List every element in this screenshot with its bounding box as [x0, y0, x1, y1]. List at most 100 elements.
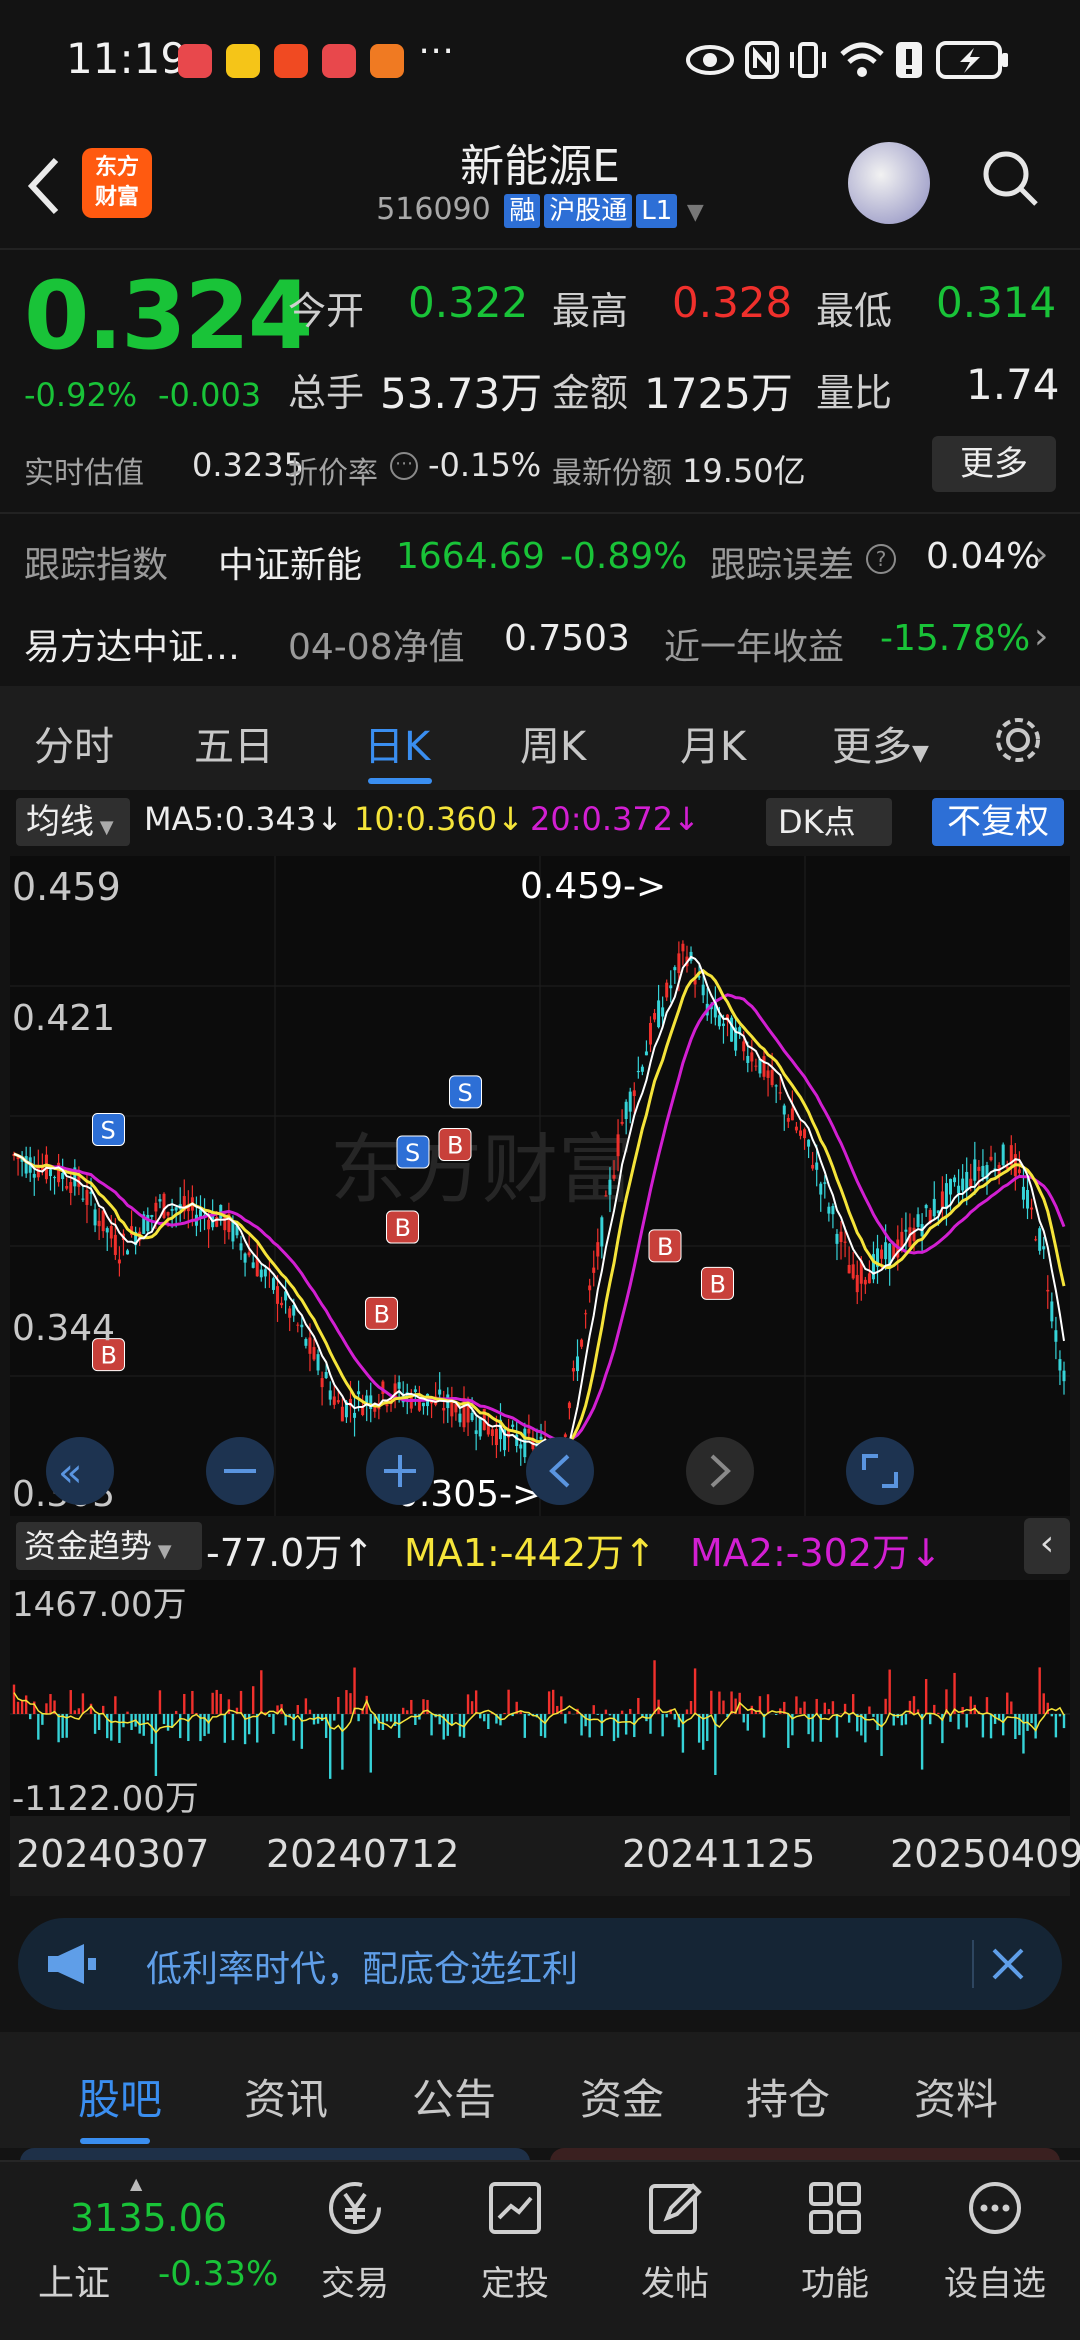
scroll-right-button[interactable]: [686, 1437, 754, 1505]
nav-value: 0.7503: [504, 618, 630, 659]
fund-flow-bar: [333, 1714, 336, 1721]
fund-flow-bar: [268, 1714, 271, 1717]
y-axis-max: 0.459: [12, 865, 121, 909]
svg-text:«: «: [58, 1450, 82, 1496]
index-ticker[interactable]: ▲ 3135.06 上证 -0.33%: [20, 2174, 290, 2324]
zoom-out-button[interactable]: [206, 1437, 274, 1505]
fund-flow-bar: [847, 1714, 851, 1723]
tab-announcements[interactable]: 公告: [412, 2066, 496, 2127]
candle-body: [93, 1209, 97, 1226]
nav-features[interactable]: 功能: [770, 2178, 900, 2305]
fund-flow-bar: [851, 1694, 855, 1714]
candle-body: [251, 1262, 255, 1268]
candle-body: [640, 1066, 644, 1072]
fund-flow-bar: [981, 1714, 985, 1738]
tab-weekly-k[interactable]: 周K: [520, 714, 586, 772]
candle-body: [807, 1139, 811, 1147]
dropdown-caret-icon[interactable]: ▼: [687, 200, 704, 225]
fund-info-row[interactable]: 易方达中证… 04-08净值 0.7503 近一年收益 -15.78% ›: [0, 604, 1080, 684]
tab-forum[interactable]: 股吧: [78, 2066, 162, 2127]
collapse-panel-button[interactable]: ‹: [1024, 1518, 1070, 1574]
alert-icon: [896, 42, 922, 78]
fund-flow-bar: [385, 1714, 389, 1722]
tab-news[interactable]: 资讯: [244, 2066, 328, 2127]
gear-icon[interactable]: [990, 712, 1046, 768]
fund-flow-bar: [20, 1700, 24, 1714]
candle-body: [438, 1389, 442, 1395]
zoom-in-button[interactable]: [366, 1437, 434, 1505]
tab-funds[interactable]: 资金: [580, 2066, 664, 2127]
no-adjust-button[interactable]: 不复权: [932, 798, 1064, 846]
candle-body: [730, 1017, 734, 1042]
tab-profile[interactable]: 资料: [914, 2066, 998, 2127]
fund-flow-bar: [183, 1693, 186, 1714]
fund-flow-bar: [710, 1690, 713, 1714]
fund-flow-bar: [920, 1714, 924, 1770]
ma-selector[interactable]: 均线 ▼: [16, 798, 130, 846]
nav-fixed-invest[interactable]: 定投: [450, 2178, 580, 2305]
level-tag: L1: [636, 194, 678, 228]
fund-flow-bar: [474, 1690, 478, 1714]
fullscreen-button[interactable]: [846, 1437, 914, 1505]
scroll-left-fast-button[interactable]: «: [46, 1437, 114, 1505]
candle-body: [811, 1164, 815, 1169]
candle-body: [312, 1347, 316, 1360]
tab-holdings[interactable]: 持仓: [746, 2066, 830, 2127]
fund-flow-bar: [401, 1707, 405, 1714]
candle-body: [576, 1356, 580, 1372]
fund-flow-bar: [957, 1714, 960, 1730]
tracking-index-pct: -0.89%: [560, 536, 688, 577]
nav-post[interactable]: 发帖: [610, 2178, 740, 2305]
info-dots-icon[interactable]: ⋯: [390, 452, 418, 480]
y-axis-label: 0.344: [12, 1308, 115, 1349]
fund-flow-bar: [381, 1714, 385, 1731]
fund-trend-selector[interactable]: 资金趋势 ▼: [16, 1522, 202, 1570]
fund-flow-bar: [357, 1714, 360, 1722]
fund-flow-bar: [272, 1714, 275, 1734]
candle-body: [823, 1182, 827, 1184]
tab-daily-k[interactable]: 日K: [364, 714, 430, 772]
candle-body: [300, 1324, 304, 1328]
fund-flow-chart[interactable]: 1467.00万 -1122.00万: [10, 1580, 1070, 1816]
nav-add-watchlist[interactable]: 设自选: [930, 2178, 1060, 2305]
fund-flow-bar: [827, 1709, 831, 1714]
tab-five-day[interactable]: 五日: [194, 714, 274, 772]
fund-flow-bar: [815, 1698, 818, 1714]
fund-flow-bar: [527, 1714, 531, 1716]
candle-body: [150, 1215, 154, 1217]
candle-body: [636, 1070, 640, 1073]
candle-body: [527, 1428, 531, 1434]
candle-body: [231, 1221, 235, 1242]
candle-body: [32, 1173, 36, 1178]
candle-body: [803, 1129, 807, 1139]
tab-more[interactable]: 更多▼: [832, 714, 929, 772]
fund-flow-bar: [1062, 1714, 1066, 1729]
kline-chart[interactable]: 东方财富 SBBBSBSBB 0.459 0.421 0.344 0.305 0…: [10, 856, 1070, 1516]
search-icon[interactable]: [980, 148, 1040, 208]
close-icon[interactable]: [990, 1946, 1026, 1982]
nav-trade[interactable]: 交易: [290, 2178, 420, 2305]
fund-flow-bar: [823, 1702, 827, 1714]
candle-body: [215, 1216, 219, 1227]
more-button[interactable]: 更多: [932, 436, 1056, 492]
nav-fixed-invest-label: 定投: [481, 2264, 549, 2304]
tab-intraday[interactable]: 分时: [34, 714, 114, 772]
fund-flow-bar: [993, 1714, 997, 1724]
fund-flow-bar: [110, 1714, 113, 1741]
yen-icon: [329, 2182, 381, 2234]
assistant-avatar[interactable]: [848, 142, 930, 224]
fund-flow-bar: [965, 1714, 968, 1728]
candle-body: [353, 1412, 357, 1418]
date-label: 20240307: [16, 1832, 210, 1876]
low-value: 0.314: [936, 278, 1057, 327]
candle-body: [644, 1051, 648, 1056]
tab-monthly-k[interactable]: 月K: [680, 714, 746, 772]
fund-flow-bar: [564, 1714, 567, 1724]
scroll-left-button[interactable]: [526, 1437, 594, 1505]
dk-point-selector[interactable]: DK点: [766, 798, 892, 846]
fund-flow-bar: [637, 1697, 640, 1714]
active-tab-indicator: [368, 778, 432, 784]
tracking-index-row[interactable]: 跟踪指数 中证新能 1664.69 -0.89% 跟踪误差 ? 0.04% ›: [0, 520, 1080, 600]
candle-body: [973, 1159, 977, 1181]
help-icon[interactable]: ?: [866, 544, 896, 574]
